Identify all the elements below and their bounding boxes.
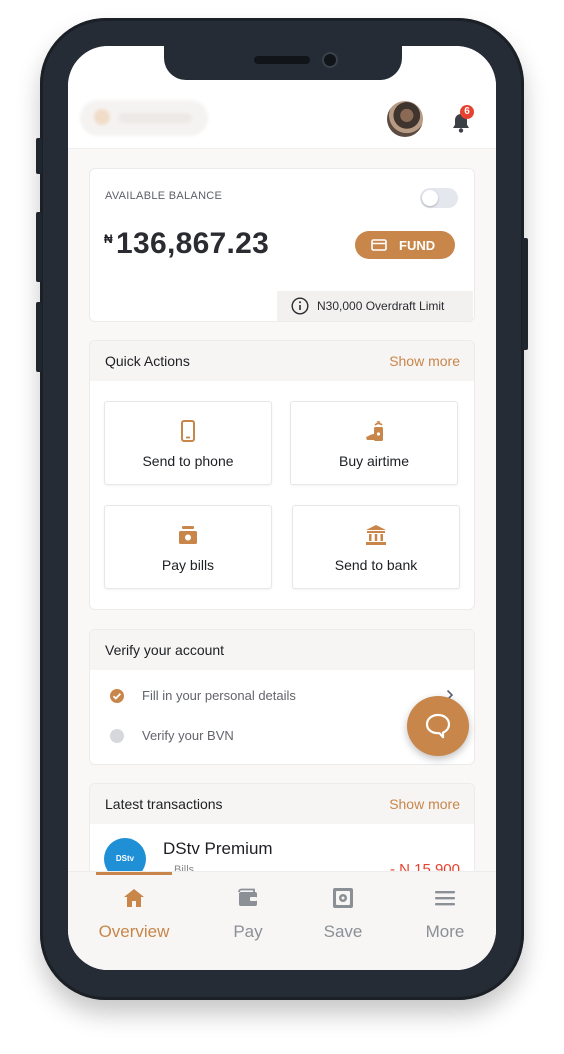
info-icon bbox=[291, 297, 309, 315]
transactions-title: Latest transactions bbox=[105, 796, 223, 812]
fund-button[interactable]: FUND bbox=[355, 231, 455, 259]
buy-airtime-label: Buy airtime bbox=[338, 453, 410, 469]
bank-icon bbox=[366, 525, 386, 545]
buy-airtime-tile[interactable]: Buy airtime bbox=[290, 401, 458, 485]
volume-down-button bbox=[36, 302, 42, 372]
notification-badge: 6 bbox=[460, 105, 474, 119]
balance-label: AVAILABLE BALANCE bbox=[105, 190, 223, 202]
verify-step-personal-details[interactable]: Fill in your personal details bbox=[110, 688, 454, 706]
power-button bbox=[522, 238, 528, 350]
mute-switch bbox=[36, 138, 42, 174]
menu-icon bbox=[435, 891, 455, 906]
safe-icon bbox=[333, 888, 353, 908]
scroll-content[interactable]: AVAILABLE BALANCE ₦ 136,867.23 FUND N30,… bbox=[68, 149, 496, 905]
card-icon bbox=[371, 239, 387, 251]
send-to-phone-label: Send to phone bbox=[142, 453, 234, 469]
transactions-header: Latest transactions Show more bbox=[90, 784, 474, 824]
chat-bubble-icon bbox=[425, 713, 451, 739]
verify-step-label: Verify your BVN bbox=[142, 728, 234, 743]
phone-screen: 6 AVAILABLE BALANCE ₦ 136,867.23 FUND N3… bbox=[68, 46, 496, 970]
verify-title: Verify your account bbox=[105, 642, 225, 658]
active-tab-indicator bbox=[96, 872, 172, 875]
currency-symbol: ₦ bbox=[104, 232, 113, 246]
tab-label: More bbox=[425, 922, 465, 941]
home-icon bbox=[124, 889, 144, 907]
avatar[interactable] bbox=[387, 101, 423, 137]
bottom-tab-bar: Overview Pay Save More bbox=[68, 871, 496, 970]
balance-amount: 136,867.23 bbox=[116, 227, 270, 260]
quick-actions-card: Quick Actions Show more Send to phone Bu… bbox=[89, 340, 475, 610]
tab-save[interactable]: Save bbox=[298, 886, 388, 946]
quick-actions-show-more[interactable]: Show more bbox=[389, 353, 460, 369]
app-logo bbox=[80, 100, 208, 136]
transaction-name: DStv Premium bbox=[163, 839, 273, 858]
phone-icon bbox=[181, 420, 195, 442]
tab-overview[interactable]: Overview bbox=[89, 886, 179, 946]
check-icon bbox=[110, 689, 124, 703]
quick-actions-title: Quick Actions bbox=[105, 353, 190, 369]
overdraft-limit-text: N30,000 Overdraft Limit bbox=[317, 299, 445, 313]
send-to-bank-tile[interactable]: Send to bank bbox=[292, 505, 460, 589]
pay-bills-label: Pay bills bbox=[161, 557, 215, 573]
tab-label: Save bbox=[323, 922, 363, 941]
verify-header: Verify your account bbox=[90, 630, 474, 670]
speaker-grille bbox=[254, 56, 310, 64]
phone-notch bbox=[164, 46, 402, 80]
front-camera bbox=[322, 52, 338, 68]
transactions-show-more[interactable]: Show more bbox=[389, 796, 460, 812]
pay-bills-tile[interactable]: Pay bills bbox=[104, 505, 272, 589]
chat-button[interactable] bbox=[407, 696, 469, 756]
airtime-icon bbox=[366, 421, 383, 441]
tab-label: Overview bbox=[98, 922, 170, 941]
verify-step-bvn[interactable]: Verify your BVN bbox=[110, 728, 410, 746]
balance-card: AVAILABLE BALANCE ₦ 136,867.23 FUND N30,… bbox=[89, 168, 475, 322]
overdraft-info[interactable]: N30,000 Overdraft Limit bbox=[277, 291, 473, 321]
wallet-icon bbox=[238, 888, 257, 906]
tab-pay[interactable]: Pay bbox=[203, 886, 293, 946]
send-to-bank-label: Send to bank bbox=[334, 557, 418, 573]
pending-dot-icon bbox=[110, 729, 124, 743]
hide-balance-toggle[interactable] bbox=[420, 188, 458, 208]
tab-more[interactable]: More bbox=[400, 886, 490, 946]
send-to-phone-tile[interactable]: Send to phone bbox=[104, 401, 272, 485]
quick-actions-header: Quick Actions Show more bbox=[90, 341, 474, 381]
volume-up-button bbox=[36, 212, 42, 282]
tab-label: Pay bbox=[233, 922, 263, 941]
bills-icon bbox=[179, 526, 197, 544]
verify-step-label: Fill in your personal details bbox=[142, 688, 296, 703]
fund-label: FUND bbox=[399, 238, 436, 253]
